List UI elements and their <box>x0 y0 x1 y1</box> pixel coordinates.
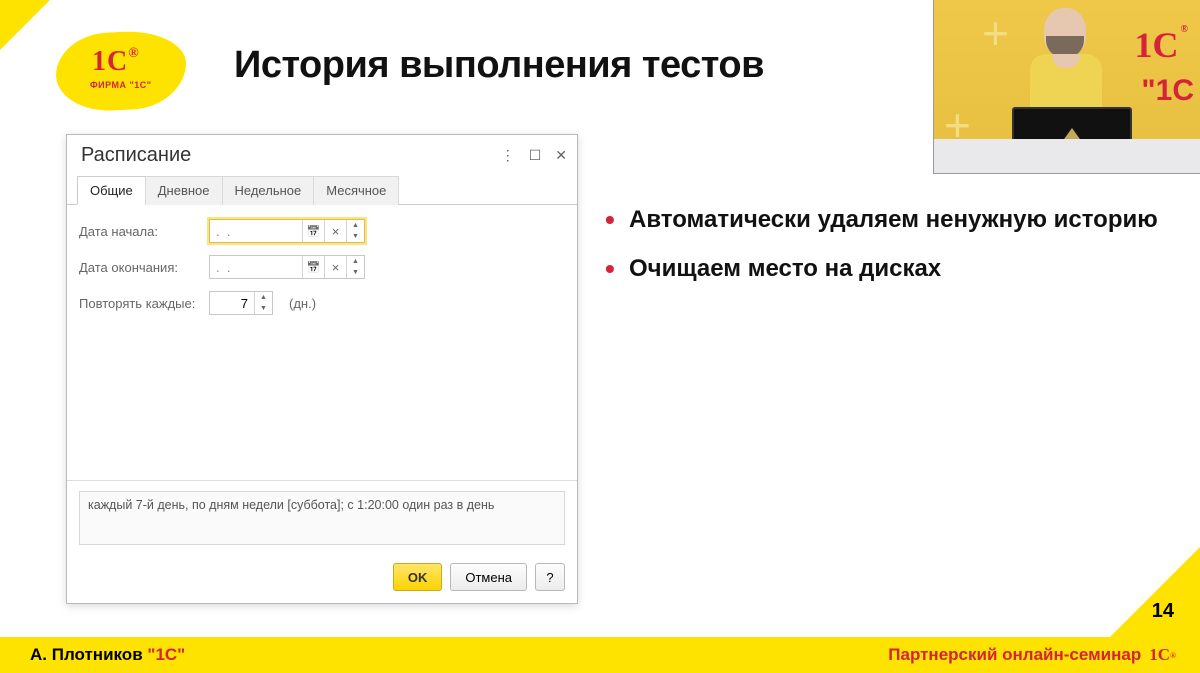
calendar-icon[interactable] <box>302 220 324 242</box>
tab-bar: Общие Дневное Недельное Месячное <box>67 175 577 205</box>
dialog-title: Расписание <box>81 144 191 167</box>
spin-down-icon[interactable]: ▼ <box>255 303 272 314</box>
more-icon[interactable]: ⋮ <box>501 147 515 164</box>
bullet-item: Автоматически удаляем ненужную историю <box>605 203 1158 238</box>
slide-title: История выполнения тестов <box>234 44 764 87</box>
slide-footer: А. Плотников "1С" Партнерский онлайн-сем… <box>0 637 1200 673</box>
end-date-input[interactable] <box>210 256 302 278</box>
dialog-titlebar: Расписание ⋮ ☐ ✕ <box>67 135 577 175</box>
page-number: 14 <box>1152 600 1174 623</box>
tab-monthly[interactable]: Месячное <box>313 176 399 205</box>
plus-decoration: + <box>982 6 1009 60</box>
brand-logo: 1C® ФИРМА "1С" <box>56 32 186 110</box>
window-actions: ⋮ ☐ ✕ <box>501 147 567 164</box>
spin-down-icon[interactable]: ▼ <box>347 231 364 242</box>
row-end-date: Дата окончания: ▲ ▼ <box>79 255 565 279</box>
tab-daily[interactable]: Дневное <box>145 176 223 205</box>
corner-decoration-br <box>1110 547 1200 637</box>
clear-icon[interactable] <box>324 256 346 278</box>
help-button[interactable]: ? <box>535 563 565 591</box>
repeat-days-input[interactable] <box>210 292 254 314</box>
tab-general[interactable]: Общие <box>77 176 146 205</box>
tab-weekly[interactable]: Недельное <box>222 176 315 205</box>
spin-down-icon[interactable]: ▼ <box>347 267 364 278</box>
logo-subtext: ФИРМА "1С" <box>90 80 152 90</box>
bullet-item: Очищаем место на дисках <box>605 252 1158 287</box>
speaker-name: А. Плотников <box>30 645 143 664</box>
logo-text: 1C® <box>92 46 140 78</box>
ok-button[interactable]: OK <box>393 563 443 591</box>
cancel-button[interactable]: Отмена <box>450 563 527 591</box>
podium <box>934 139 1200 173</box>
footer-speaker: А. Плотников "1С" <box>30 645 185 665</box>
spinner: ▲ ▼ <box>346 220 364 242</box>
event-name: Партнерский онлайн-семинар <box>888 645 1141 665</box>
start-date-input[interactable] <box>210 220 302 242</box>
spin-up-icon[interactable]: ▲ <box>255 292 272 303</box>
start-date-field: ▲ ▼ <box>209 219 365 243</box>
row-repeat: Повторять каждые: ▲ ▼ (дн.) <box>79 291 565 315</box>
label-end-date: Дата окончания: <box>79 260 199 275</box>
bullet-list: Автоматически удаляем ненужную историю О… <box>605 203 1158 301</box>
schedule-dialog: Расписание ⋮ ☐ ✕ Общие Дневное Недельное… <box>66 134 578 604</box>
label-repeat: Повторять каждые: <box>79 296 199 311</box>
close-icon[interactable]: ✕ <box>555 147 567 164</box>
wall-logo: 1C® <box>1135 24 1188 66</box>
unit-label: (дн.) <box>289 296 316 311</box>
maximize-icon[interactable]: ☐ <box>529 147 542 164</box>
calendar-icon[interactable] <box>302 256 324 278</box>
dialog-button-row: OK Отмена ? <box>67 555 577 603</box>
wall-logo-sub: "1C <box>1141 74 1194 108</box>
schedule-summary: каждый 7-й день, по дням недели [суббота… <box>79 491 565 545</box>
webcam-overlay: + + 1C® "1C <box>933 0 1200 174</box>
spin-up-icon[interactable]: ▲ <box>347 220 364 231</box>
speaker-org: "1С" <box>147 645 185 664</box>
corner-decoration-tl <box>0 0 50 50</box>
spinner: ▲ ▼ <box>254 292 272 314</box>
label-start-date: Дата начала: <box>79 224 199 239</box>
spinner: ▲ ▼ <box>346 256 364 278</box>
form-area: Дата начала: ▲ ▼ Дата окончания: ▲ ▼ <box>67 205 577 481</box>
spin-up-icon[interactable]: ▲ <box>347 256 364 267</box>
footer-event: Партнерский онлайн-семинар 1C® <box>888 645 1176 665</box>
row-start-date: Дата начала: ▲ ▼ <box>79 219 565 243</box>
footer-logo-icon: 1C® <box>1149 645 1176 665</box>
clear-icon[interactable] <box>324 220 346 242</box>
end-date-field: ▲ ▼ <box>209 255 365 279</box>
repeat-days-field: ▲ ▼ <box>209 291 273 315</box>
